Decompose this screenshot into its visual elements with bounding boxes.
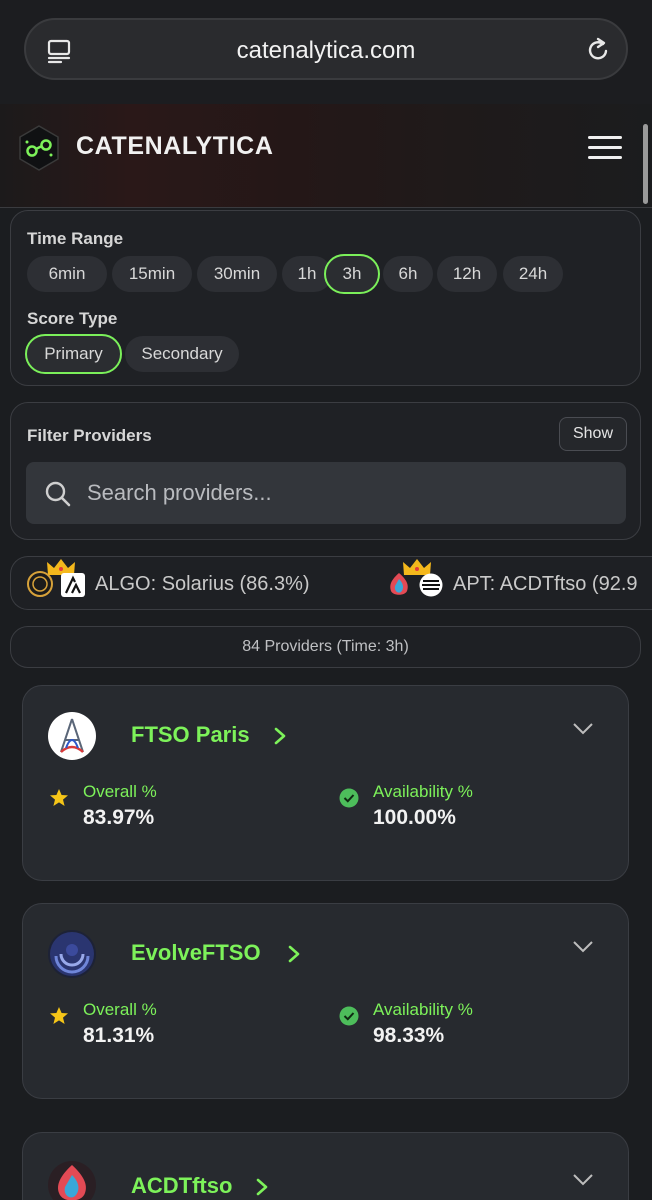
hamburger-menu-icon[interactable] (588, 136, 622, 160)
search-input[interactable] (87, 462, 607, 524)
show-button[interactable]: Show (559, 417, 627, 451)
search-icon (45, 481, 71, 507)
availability-label: Availability % (373, 1000, 473, 1019)
provider-name[interactable]: ACDTftso (131, 1173, 232, 1199)
acdtftso-logo-icon (58, 1165, 86, 1200)
chevron-right-icon[interactable] (255, 1177, 269, 1197)
time-range-6min[interactable]: 6min (27, 256, 107, 292)
url-text[interactable]: catenalytica.com (26, 37, 626, 65)
filter-providers-panel: Filter Providers Show (10, 402, 641, 540)
time-range-15min[interactable]: 15min (112, 256, 192, 292)
time-range-6h[interactable]: 6h (383, 256, 433, 292)
app-header: CATENALYTICA (0, 104, 652, 208)
browser-toolbar: catenalytica.com (0, 0, 652, 104)
address-bar[interactable]: catenalytica.com (24, 18, 628, 80)
brand-name[interactable]: CATENALYTICA (76, 132, 273, 161)
provider-card[interactable]: ACDTftso (22, 1132, 629, 1200)
ftso-paris-logo-icon (60, 718, 84, 753)
ticker-text-algo: ALGO: Solarius (86.3%) (95, 573, 310, 595)
score-type-label: Score Type (27, 309, 118, 328)
overall-label: Overall % (83, 782, 157, 801)
chevron-down-icon[interactable] (572, 940, 594, 954)
filter-providers-label: Filter Providers (27, 426, 152, 445)
availability-value: 100.00% (373, 806, 456, 829)
chevron-down-icon[interactable] (572, 722, 594, 736)
acdtftso-avatar (48, 1161, 96, 1200)
time-range-30min[interactable]: 30min (197, 256, 277, 292)
provider-name[interactable]: EvolveFTSO (131, 940, 261, 966)
algo-logo-icon (61, 573, 85, 597)
provider-card[interactable]: FTSO Paris Overall % 83.97% Availability… (22, 685, 629, 881)
page-scrollbar[interactable] (643, 124, 648, 204)
time-range-12h[interactable]: 12h (437, 256, 497, 292)
chevron-right-icon[interactable] (273, 726, 287, 746)
apt-logo-icon (419, 573, 443, 597)
evolveftso-avatar (48, 930, 96, 978)
time-range-label: Time Range (27, 229, 124, 248)
filters-panel: Time Range 6min 15min 30min 1h 3h 6h 12h… (10, 210, 641, 386)
availability-value: 98.33% (373, 1024, 445, 1047)
score-type-secondary[interactable]: Secondary (125, 336, 239, 372)
chevron-down-icon[interactable] (572, 1173, 594, 1187)
acdtftso-logo-icon (390, 573, 408, 595)
leaders-ticker[interactable]: ALGO: Solarius (86.3%) APT: ACDTftso (92… (10, 556, 652, 610)
time-range-24h[interactable]: 24h (503, 256, 563, 292)
star-icon (50, 789, 68, 806)
time-range-3h[interactable]: 3h (324, 254, 380, 294)
overall-value: 81.31% (83, 1024, 155, 1047)
provider-card[interactable]: EvolveFTSO Overall % 81.31% Availability… (22, 903, 629, 1099)
availability-label: Availability % (373, 782, 473, 801)
reload-icon[interactable] (584, 36, 612, 64)
star-icon (50, 1007, 68, 1024)
ftso-paris-avatar (48, 712, 96, 760)
catenalytica-logo-icon[interactable] (18, 124, 60, 172)
check-circle-icon (339, 788, 359, 808)
score-type-primary[interactable]: Primary (25, 334, 122, 374)
chevron-right-icon[interactable] (287, 944, 301, 964)
overall-value: 83.97% (83, 806, 155, 829)
ticker-text-apt: APT: ACDTftso (92.9 (453, 573, 638, 595)
overall-label: Overall % (83, 1000, 157, 1019)
provider-name[interactable]: FTSO Paris (131, 722, 250, 748)
solarius-logo-icon (27, 571, 53, 597)
search-box[interactable] (26, 462, 626, 524)
provider-count: 84 Providers (Time: 3h) (10, 626, 641, 668)
check-circle-icon (339, 1006, 359, 1026)
evolveftso-logo-icon (50, 932, 94, 976)
